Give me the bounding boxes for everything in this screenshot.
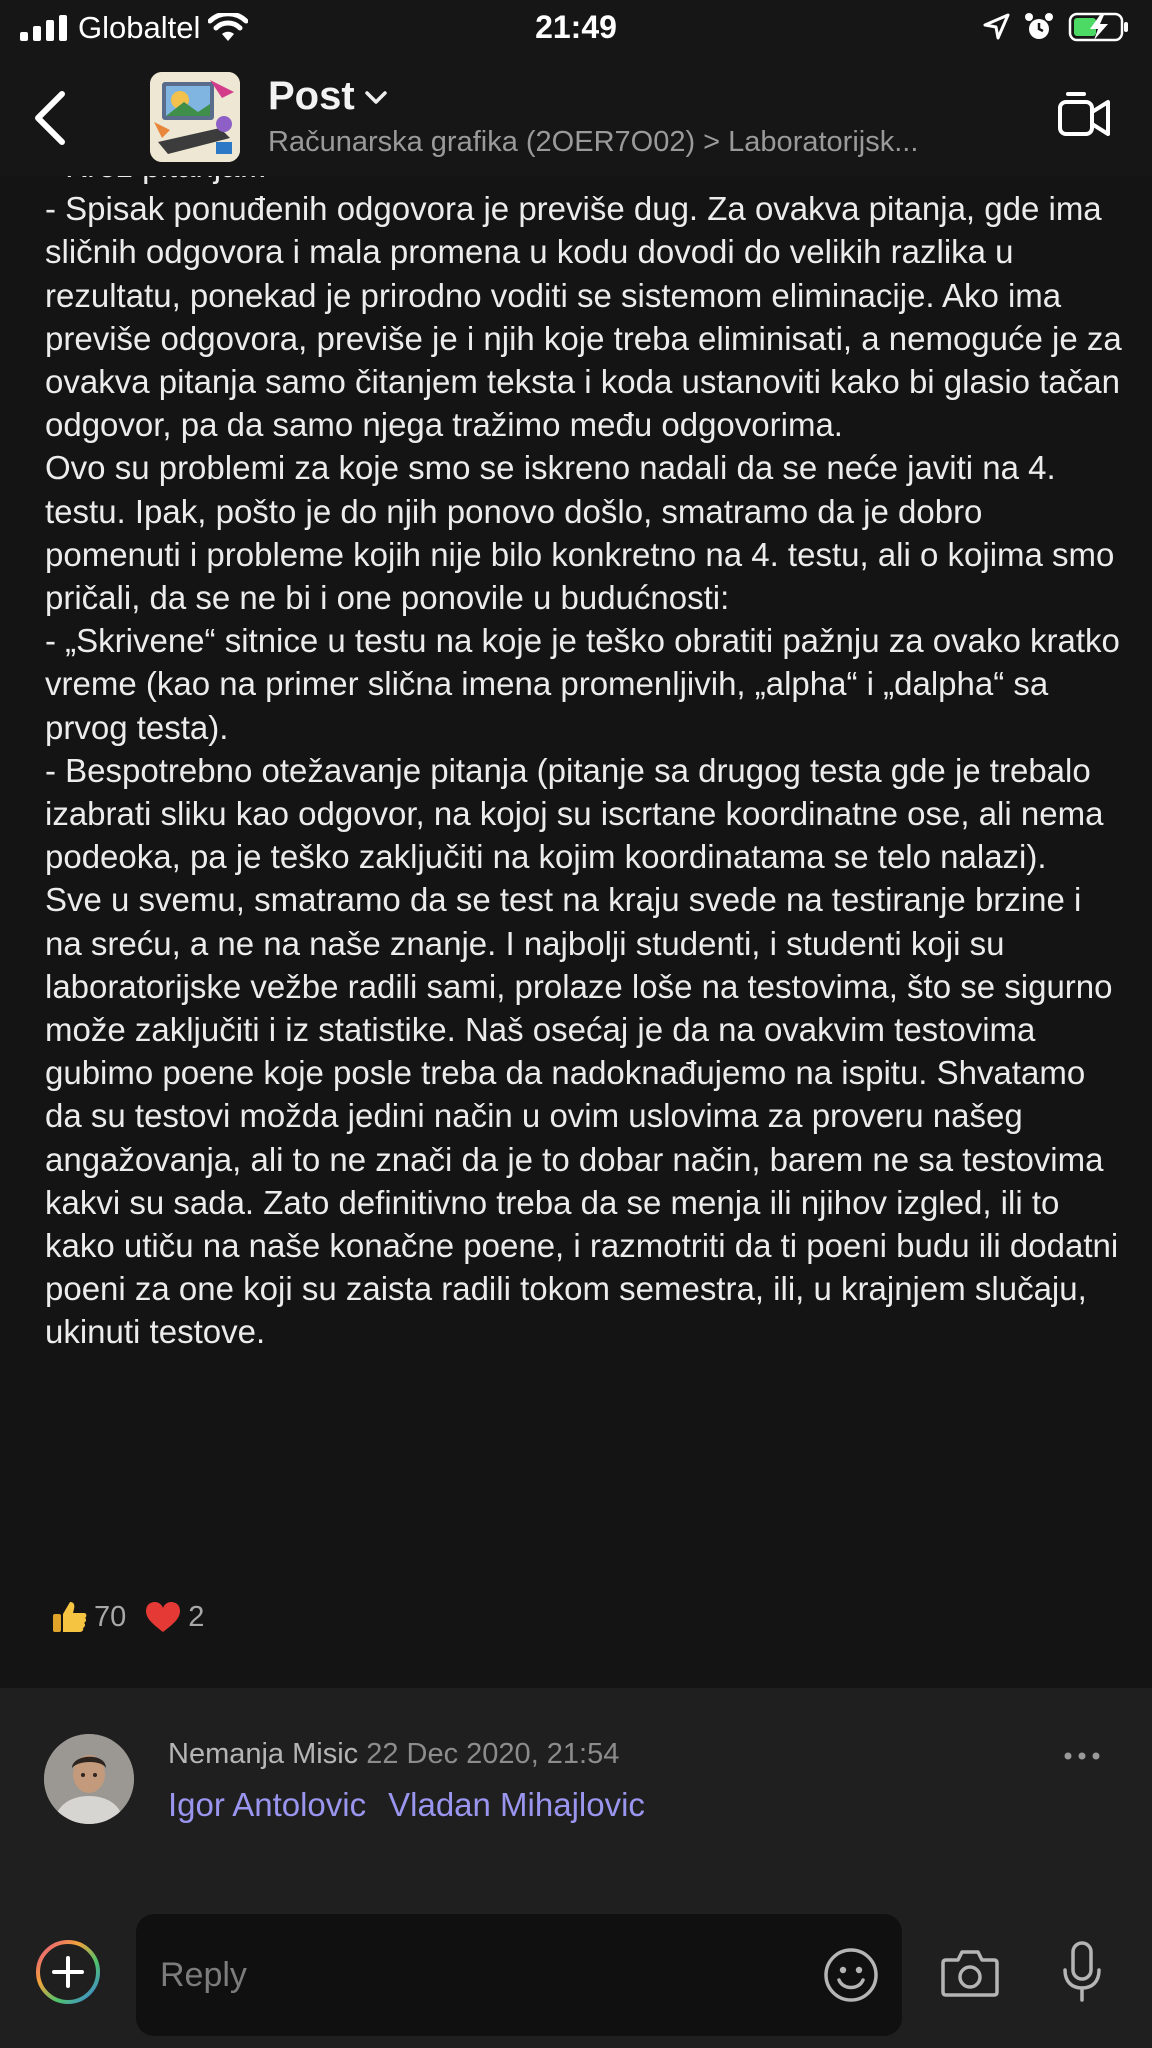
channel-breadcrumb[interactable]: Računarska grafika (2OER7O02) > Laborato… [268,126,998,159]
user-photo-icon [44,1734,134,1824]
back-chevron-icon[interactable] [28,88,78,148]
thumbs-up-icon [53,1602,87,1632]
alarm-icon [1025,13,1053,39]
comment-date: 22 Dec 2020, 21:54 [366,1738,620,1770]
mention-link[interactable]: Vladan Mihajlovic [388,1786,645,1824]
page-title[interactable]: Post [268,74,355,119]
comment-meta: Nemanja Misic 22 Dec 2020, 21:54 [168,1738,619,1771]
comment-mentions: Igor Antolovic Vladan Mihajlovic [168,1786,645,1824]
avatar[interactable] [44,1734,134,1824]
battery-charging-icon [1068,12,1128,42]
comment-author[interactable]: Nemanja Misic [168,1738,358,1770]
like-count: 70 [94,1600,127,1633]
reaction-heart[interactable]: 2 [144,1600,204,1634]
reply-composer [0,1910,1152,2048]
reactions-row: 70 2 [52,1600,204,1634]
chevron-down-icon[interactable] [363,87,389,107]
location-arrow-icon [983,13,1010,40]
graphics-illustration-icon [150,72,240,162]
microphone-icon[interactable] [1058,1940,1106,2004]
more-options-icon[interactable] [1062,1748,1102,1764]
reply-field [136,1914,902,2036]
heart-icon [146,1602,181,1632]
mention-link[interactable]: Igor Antolovic [168,1786,366,1824]
add-icon[interactable] [34,1938,102,2006]
reply-input[interactable] [160,1950,800,2000]
heart-count: 2 [188,1600,205,1633]
status-bar: Globaltel 21:49 [0,0,1152,58]
channel-thumbnail[interactable] [150,72,240,162]
video-call-icon[interactable] [1056,88,1112,144]
post-body: - Kroz pitanja... - Spisak ponuđenih odg… [45,176,1122,1351]
camera-icon[interactable] [940,1944,1000,2000]
post-content: - Kroz pitanja... - Spisak ponuđenih odg… [0,176,1152,1688]
post-header: Post Računarska grafika (2OER7O02) > Lab… [0,58,1152,176]
emoji-icon[interactable] [822,1946,880,2004]
clock: 21:49 [535,9,617,45]
comment-item: Nemanja Misic 22 Dec 2020, 21:54 Igor An… [0,1688,1152,1910]
reaction-like[interactable]: 70 [52,1600,126,1634]
